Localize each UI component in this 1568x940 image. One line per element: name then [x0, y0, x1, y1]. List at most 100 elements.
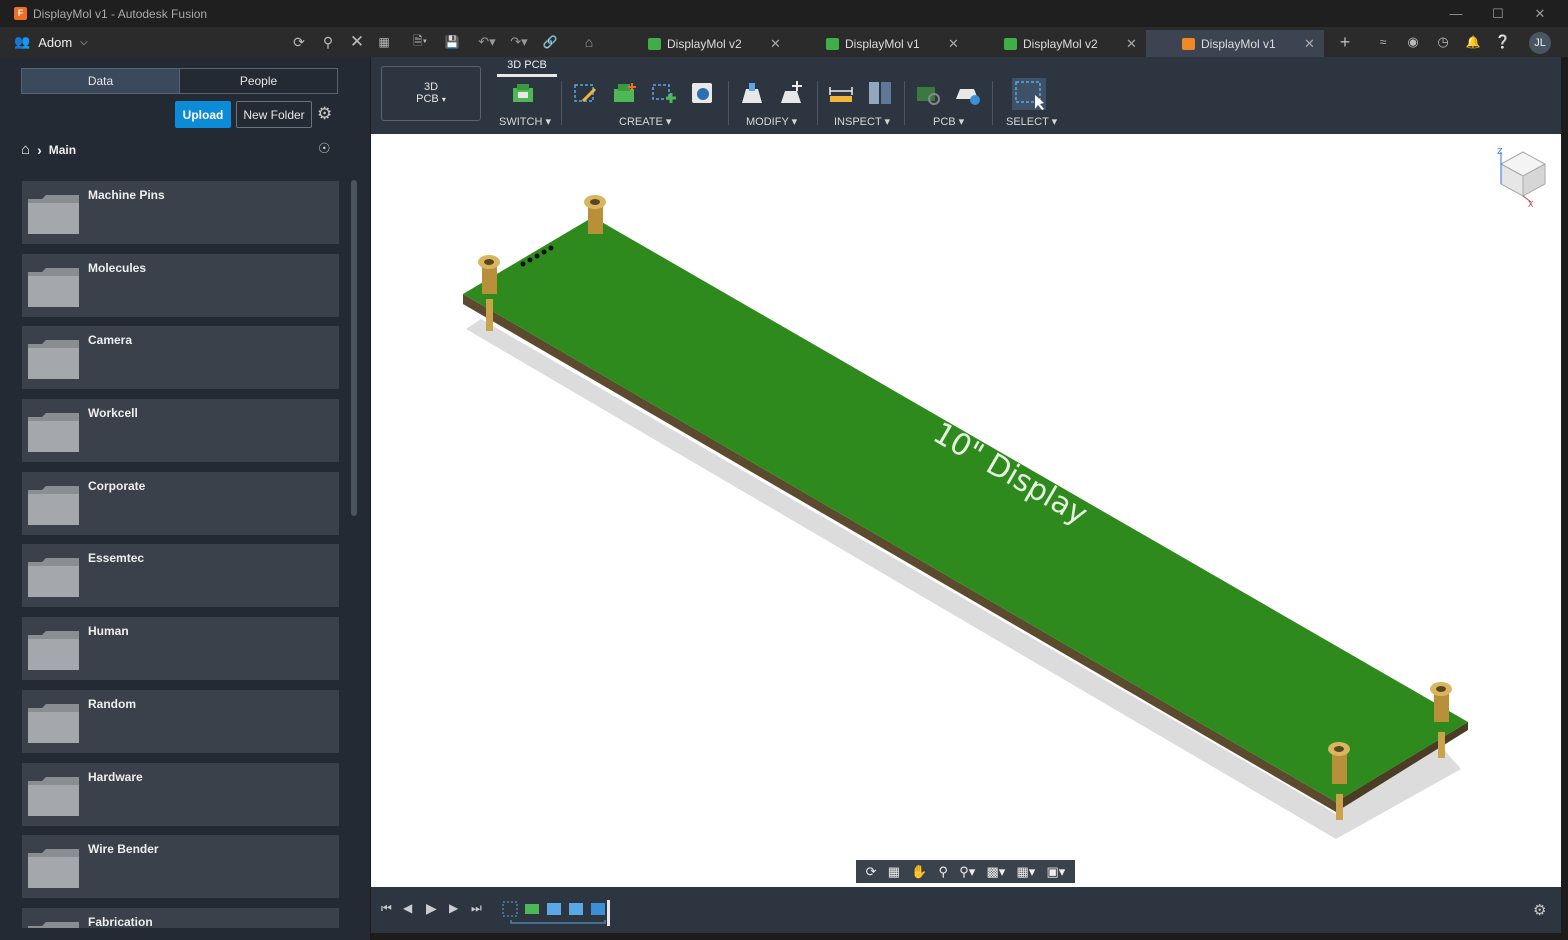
- section-analysis-icon[interactable]: [866, 79, 894, 107]
- folder-list-item[interactable]: Essemtec: [22, 544, 339, 608]
- pcb-settings-icon[interactable]: [953, 79, 981, 107]
- design-toolbar: 3D PCB ▾ 3D PCB SWITCH ▾ CREATE ▾ MODIFY…: [371, 57, 1568, 134]
- link-icon[interactable]: 🔗: [539, 30, 561, 54]
- create-component-icon[interactable]: [688, 79, 716, 107]
- modify-move-icon[interactable]: [777, 79, 805, 107]
- fusion-app-icon: F: [14, 7, 27, 20]
- minimize-button[interactable]: —: [1434, 0, 1478, 27]
- undo-icon[interactable]: ↶▾: [473, 30, 501, 54]
- go-to-end-icon[interactable]: ⏭: [471, 901, 482, 916]
- workspace-switcher[interactable]: 3D PCB ▾: [381, 66, 481, 121]
- select-group-label[interactable]: SELECT ▾: [1006, 115, 1057, 128]
- close-tab-icon[interactable]: ✕: [1304, 36, 1315, 52]
- go-to-start-icon[interactable]: ⏮: [381, 901, 392, 916]
- document-tab[interactable]: DisplayMol v2 ✕: [994, 30, 1144, 57]
- pcb-group-label[interactable]: PCB ▾: [933, 115, 964, 128]
- fit-icon[interactable]: ⚲▾: [959, 864, 975, 880]
- pcb-board-model[interactable]: 10" Display Z X: [371, 134, 1561, 887]
- 3d-viewport[interactable]: 10" Display Z X ⟳ ▦ ✋ ⚲ ⚲▾ ▩▾ ▦▾ ▣▾: [371, 134, 1561, 887]
- notifications-icon[interactable]: 🔔: [1462, 30, 1484, 54]
- play-icon[interactable]: ▶: [426, 900, 437, 917]
- window-border-bottom: [371, 933, 1568, 940]
- create-group-label[interactable]: CREATE ▾: [619, 115, 671, 128]
- pcb-document-icon: [826, 37, 839, 50]
- close-tab-icon[interactable]: ✕: [948, 36, 959, 52]
- display-settings-icon[interactable]: ▩▾: [987, 864, 1006, 880]
- globe-settings-icon[interactable]: ☉: [318, 140, 331, 157]
- create-sketch-icon[interactable]: [571, 79, 599, 107]
- select-window-icon[interactable]: [1011, 77, 1047, 111]
- inspect-group-label[interactable]: INSPECT ▾: [834, 115, 890, 128]
- close-data-panel-icon[interactable]: ✕: [346, 30, 368, 54]
- save-icon[interactable]: 💾: [441, 30, 463, 54]
- timeline-settings-gear-icon[interactable]: ⚙: [1533, 901, 1546, 919]
- close-window-button[interactable]: ✕: [1518, 0, 1562, 27]
- toolbar-separator: [817, 81, 818, 125]
- breadcrumb-main[interactable]: Main: [49, 143, 76, 157]
- toolbar-separator: [561, 81, 562, 125]
- create-outline-icon[interactable]: [649, 79, 677, 107]
- folder-list-item[interactable]: Human: [22, 617, 339, 681]
- modify-group-label[interactable]: MODIFY ▾: [746, 115, 797, 128]
- user-avatar[interactable]: JL: [1529, 32, 1551, 54]
- workspace-tab-3d-pcb[interactable]: 3D PCB: [497, 59, 557, 77]
- close-tab-icon[interactable]: ✕: [770, 36, 781, 52]
- folder-list-item[interactable]: Corporate: [22, 471, 339, 535]
- switch-group-label[interactable]: SWITCH ▾: [499, 115, 551, 128]
- maximize-button[interactable]: ☐: [1476, 0, 1520, 27]
- pcb-sync-icon[interactable]: [914, 79, 942, 107]
- switch-to-pcb-icon[interactable]: [509, 79, 537, 107]
- refresh-icon[interactable]: ⟳: [288, 30, 310, 54]
- online-status-icon[interactable]: ◉: [1402, 30, 1424, 54]
- tab-people[interactable]: People: [179, 69, 337, 93]
- measure-icon[interactable]: [827, 79, 855, 107]
- home-tab-icon[interactable]: ⌂: [578, 30, 600, 54]
- document-tab-active[interactable]: DisplayMol v1 ✕: [1146, 30, 1324, 57]
- folder-list-item[interactable]: Random: [22, 689, 339, 753]
- folder-list-item[interactable]: Machine Pins: [22, 181, 339, 244]
- create-board-icon[interactable]: [611, 79, 639, 107]
- orbit-icon[interactable]: ⟳: [866, 864, 877, 880]
- folder-list-item[interactable]: Hardware: [22, 762, 339, 826]
- document-tab[interactable]: DisplayMol v1 ✕: [816, 30, 986, 57]
- viewcube[interactable]: Z X: [1497, 147, 1547, 209]
- upload-button[interactable]: Upload: [175, 101, 231, 128]
- pan-icon[interactable]: ✋: [911, 864, 927, 880]
- folder-list-item[interactable]: Fabrication: [22, 907, 339, 928]
- document-tab[interactable]: DisplayMol v2 ✕: [638, 30, 808, 57]
- gear-icon[interactable]: ⚙: [317, 104, 332, 124]
- home-icon[interactable]: ⌂: [21, 141, 30, 158]
- workspace-label-line1: 3D: [423, 81, 439, 93]
- tab-data[interactable]: Data: [22, 69, 179, 93]
- folder-name: Human: [88, 624, 129, 639]
- zoom-icon[interactable]: ⚲: [939, 864, 949, 880]
- navigation-bar: ⟳ ▦ ✋ ⚲ ⚲▾ ▩▾ ▦▾ ▣▾: [856, 860, 1075, 883]
- redo-icon[interactable]: ↷▾: [505, 30, 533, 54]
- look-at-icon[interactable]: ▦: [888, 864, 900, 880]
- window-border-right: [1561, 57, 1568, 940]
- folder-list-item[interactable]: Workcell: [22, 399, 339, 463]
- job-status-icon[interactable]: ◷: [1432, 30, 1454, 54]
- new-folder-button[interactable]: New Folder: [236, 101, 312, 128]
- viewports-icon[interactable]: ▣▾: [1047, 864, 1066, 880]
- user-switcher[interactable]: 👥 Adom ⌵: [14, 34, 88, 50]
- folder-list-item[interactable]: Wire Bender: [22, 835, 339, 899]
- step-back-icon[interactable]: ◀: [403, 901, 412, 915]
- help-icon[interactable]: ❔: [1492, 30, 1514, 54]
- folder-list-item[interactable]: Camera: [22, 326, 339, 390]
- folder-icon: [28, 921, 79, 928]
- search-icon[interactable]: ⚲: [317, 30, 339, 54]
- step-forward-icon[interactable]: ▶: [449, 901, 458, 915]
- extensions-icon[interactable]: ≈: [1372, 30, 1394, 54]
- folder-list-scrollbar[interactable]: [351, 180, 357, 516]
- close-tab-icon[interactable]: ✕: [1126, 36, 1137, 52]
- window-title: DisplayMol v1 - Autodesk Fusion: [33, 6, 208, 21]
- folder-list-item[interactable]: Molecules: [22, 253, 339, 317]
- grid-settings-icon[interactable]: ▦▾: [1017, 864, 1036, 880]
- new-tab-icon[interactable]: +: [1334, 30, 1356, 54]
- modify-press-pull-icon[interactable]: [738, 79, 766, 107]
- file-menu-icon[interactable]: 🗎▾: [405, 30, 435, 54]
- timeline-features[interactable]: [501, 900, 621, 926]
- grid-menu-icon[interactable]: ▦: [373, 30, 395, 54]
- folder-name: Workcell: [88, 406, 138, 421]
